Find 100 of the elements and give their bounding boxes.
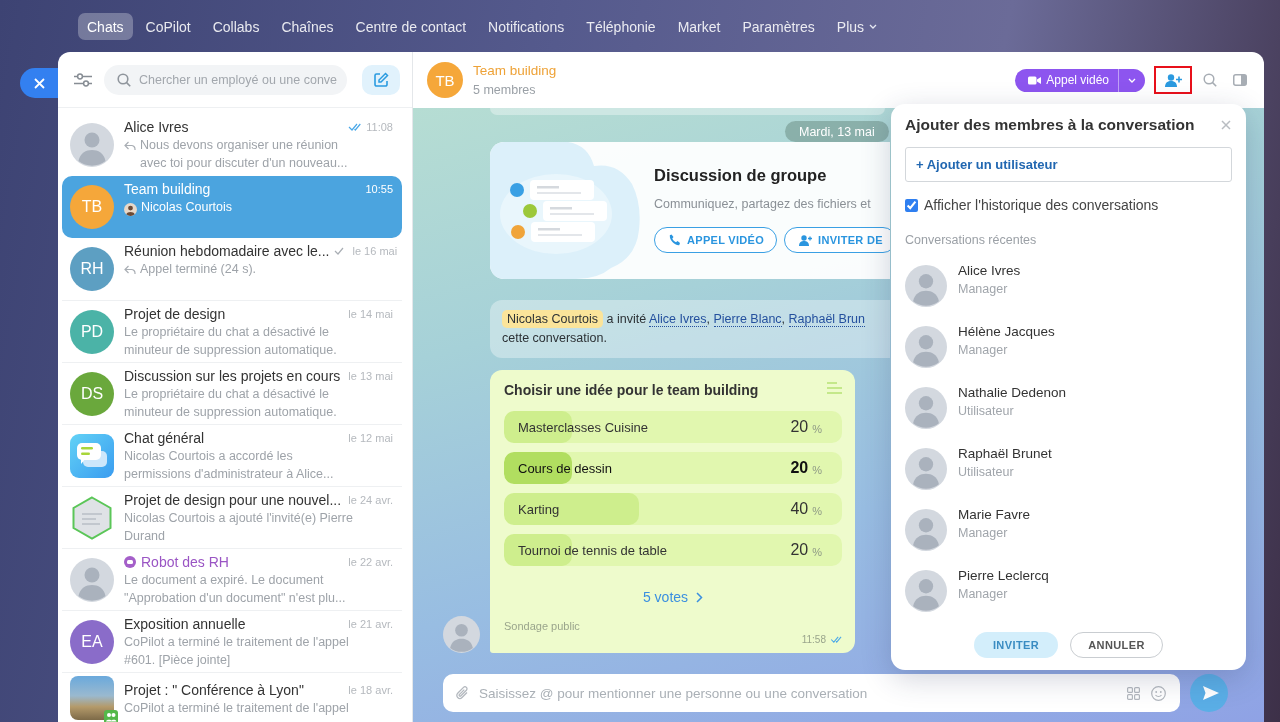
chat-preview: Nicolas Courtois <box>141 199 233 216</box>
chat-list-item[interactable]: Robot des RH le 22 avr. Le document a expiré. Le document "Approbation d'un document" n'est plu... <box>62 548 402 610</box>
smiley-icon[interactable] <box>1151 686 1166 701</box>
chat-avatar: TB <box>70 185 114 229</box>
chat-preview: Le document a expiré. Le document "Approbation d'un document" n'est plu... <box>124 572 347 607</box>
nav-tab[interactable]: Market <box>668 13 730 40</box>
chat-list-item[interactable]: RH Réunion hebdomadaire avec le... le 16 mai Appel terminé (24 s). <box>62 238 402 300</box>
nav-tab[interactable]: CoPilot <box>136 13 200 40</box>
add-member-button[interactable] <box>1154 66 1192 94</box>
apps-grid-icon[interactable] <box>1127 687 1140 700</box>
chat-time: le 21 avr. <box>348 618 393 630</box>
poll-option[interactable]: Karting 40 % <box>504 493 842 525</box>
contact-row[interactable]: Marie Favre Manager <box>905 499 1232 560</box>
chat-time: le 16 mai <box>352 245 398 257</box>
chat-preview: Le propriétaire du chat a désactivé le minuteur de suppression automatique. <box>124 386 338 421</box>
add-user-icon <box>799 234 813 246</box>
contact-row[interactable]: Alice Ivres Manager <box>905 255 1232 316</box>
contact-role: Manager <box>958 586 1009 603</box>
popup-title: Ajouter des membres à la conversation <box>905 116 1195 134</box>
chat-avatar: RH <box>70 247 114 291</box>
checkbox-label: Afficher l'historique des conversations <box>924 197 1159 213</box>
add-user-field[interactable]: + Ajouter un utilisateur <box>905 147 1232 182</box>
send-button[interactable] <box>1190 674 1228 712</box>
search-icon <box>1203 73 1217 87</box>
option-label: Masterclasses Cuisine <box>518 419 649 435</box>
contact-role: Manager <box>958 342 1009 359</box>
chat-time: le 14 mai <box>348 308 393 320</box>
close-icon[interactable] <box>1221 120 1231 130</box>
chat-time: le 24 avr. <box>348 494 393 506</box>
user-mention[interactable]: Nicolas Courtois <box>502 310 603 328</box>
avatar-placeholder <box>443 616 480 653</box>
poll-option[interactable]: Masterclasses Cuisine 20 % <box>504 411 842 443</box>
more-menu-button[interactable]: Plus <box>827 13 887 40</box>
poll-type: Sondage public <box>504 619 581 633</box>
video-call-button[interactable]: Appel vidéo <box>1015 68 1118 92</box>
option-percent: 20 <box>790 541 809 559</box>
chat-preview: Appel terminé (24 s). <box>140 261 258 278</box>
chat-title: Alice Ivres <box>124 119 189 135</box>
chat-title: Réunion hebdomadaire avec le... <box>124 243 330 259</box>
nav-tab[interactable]: Centre de contact <box>346 13 476 40</box>
nav-tab[interactable]: Paramètres <box>733 13 824 40</box>
chat-list-item[interactable]: DS Discussion sur les projets en cours le 13 mai Le propriétaire du chat a désactivé le minuteur de suppression automatique. <box>62 362 402 424</box>
chat-title: Projet de design <box>124 306 226 322</box>
chat-time: 11:08 <box>366 121 393 133</box>
chat-list-item[interactable]: PD Projet de design le 14 mai Le propriétaire du chat a désactivé le minuteur de suppression automatique. <box>62 300 402 362</box>
contact-name: Marie Favre <box>958 506 1030 524</box>
user-link[interactable]: Alice Ivres <box>648 312 707 327</box>
chat-time: 10:55 <box>365 183 393 195</box>
avatar-placeholder <box>905 448 947 490</box>
message-field[interactable]: Saisissez @ pour mentionner une personne ou une conversation <box>443 674 1180 712</box>
search-button[interactable] <box>1202 72 1218 88</box>
add-user-icon <box>1164 73 1182 87</box>
search-icon <box>117 72 131 87</box>
nav-tab[interactable]: Notifications <box>479 13 574 40</box>
nav-tab[interactable]: Chaînes <box>272 13 343 40</box>
chat-title: Discussion sur les projets en cours <box>124 368 341 384</box>
phone-icon <box>669 234 681 246</box>
system-message: Nicolas Courtois a invité Alice Ivres, Pierre Blanc, Raphaël Brun cette conversation. <box>490 300 890 358</box>
video-camera-icon <box>1028 75 1042 85</box>
poll-option[interactable]: Cours de dessin 20 % <box>504 452 842 484</box>
new-chat-button[interactable] <box>362 64 400 95</box>
nav-tab[interactable]: Chats <box>78 13 133 40</box>
chevron-right-icon <box>696 591 704 603</box>
sidebar-toggle-button[interactable] <box>1232 73 1248 87</box>
chat-title: Chat général <box>124 430 205 446</box>
contact-row[interactable]: Pierre Leclercq Manager <box>905 560 1232 621</box>
user-link[interactable]: Raphaël Brun <box>788 312 865 327</box>
send-icon <box>1201 685 1220 701</box>
nav-tab[interactable]: Collabs <box>203 13 269 40</box>
option-percent: 20 <box>790 418 809 436</box>
search-field[interactable]: Chercher un employé ou une conve <box>104 64 347 95</box>
history-checkbox[interactable] <box>905 198 918 212</box>
nav-tab[interactable]: Téléphonie <box>577 13 665 40</box>
chat-list-item[interactable]: EA Exposition annuelle le 21 avr. CoPilot a terminé le traitement de l'appel #601. [Pièce jointe] <box>62 610 402 672</box>
call-options-button[interactable] <box>1118 68 1145 92</box>
poll-option[interactable]: Tournoi de tennis de table 20 % <box>504 534 842 566</box>
percent-sign: % <box>812 504 822 517</box>
chat-preview: Nous devons organiser une réunion avec toi pour discuter d'un nouveau... <box>140 137 349 172</box>
close-button[interactable] <box>20 68 58 98</box>
bot-icon <box>124 556 136 568</box>
chat-list-item[interactable]: Chat général le 12 mai Nicolas Courtois a accordé les permissions d'administrateur à Alice... <box>62 424 402 486</box>
chat-list-item[interactable]: Projet de design pour une nouvel... le 24 avr. Nicolas Courtois a ajouté l'invité(e) Pierre Durand <box>62 486 402 548</box>
avatar-placeholder <box>905 326 947 368</box>
chat-title: Projet : " Conférence à Lyon" <box>124 682 304 698</box>
chat-list-item[interactable]: Projet : " Conférence à Lyon" le 18 avr. CoPilot a terminé le traitement de l'appel <box>62 672 402 722</box>
chat-preview: CoPilot a terminé le traitement de l'appel <box>124 700 350 717</box>
filter-icon[interactable] <box>74 72 92 87</box>
cancel-button[interactable]: ANNULER <box>1070 632 1163 658</box>
user-link[interactable]: Pierre Blanc <box>713 312 782 327</box>
chat-list-item[interactable]: Alice Ivres 11:08 Nous devons organiser une réunion avec toi pour discuter d'un nouveau... <box>62 114 402 176</box>
paperclip-icon[interactable] <box>456 685 469 701</box>
poll-menu-icon[interactable] <box>827 382 842 394</box>
contact-row[interactable]: Hélène Jacques Manager <box>905 316 1232 377</box>
poll-title: Choisir une idée pour le team building <box>504 381 759 400</box>
contact-row[interactable]: Raphaël Brunet Utilisateur <box>905 438 1232 499</box>
contact-row[interactable]: Nathalie Dedenon Utilisateur <box>905 377 1232 438</box>
intro-title: Discussion de groupe <box>654 165 828 186</box>
contact-role: Utilisateur <box>958 403 1015 420</box>
section-label: Conversations récentes <box>905 232 1038 249</box>
chat-avatar: DS <box>70 371 114 416</box>
